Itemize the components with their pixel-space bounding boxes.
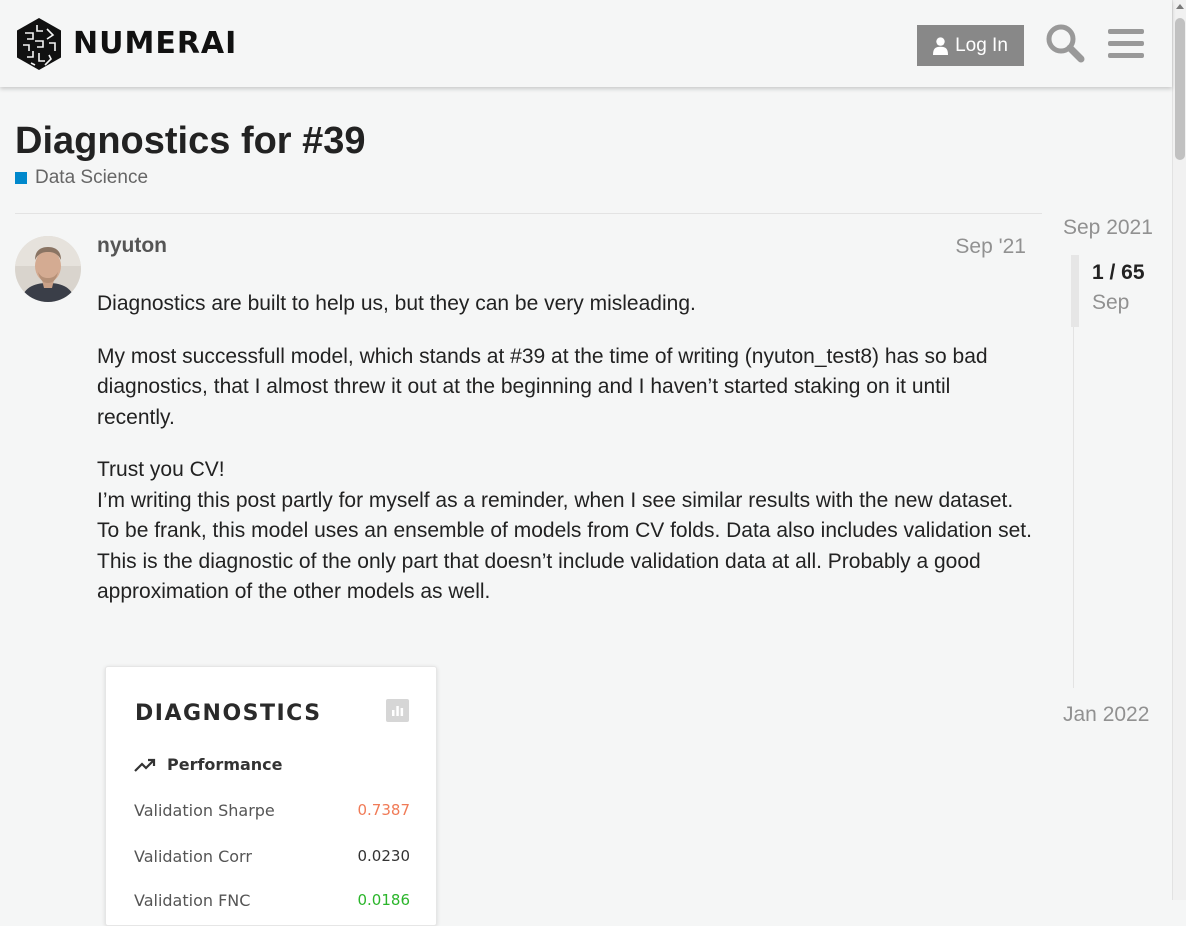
site-header: NUMERAI Log In bbox=[0, 0, 1172, 87]
diagnostics-row: Validation Corr 0.0230 bbox=[134, 847, 410, 866]
metric-value: 0.0186 bbox=[357, 891, 411, 909]
category-badge[interactable]: Data Science bbox=[15, 167, 148, 189]
diagnostics-row: Validation FNC 0.0186 bbox=[134, 891, 410, 910]
performance-section-header: Performance bbox=[134, 755, 283, 774]
login-button-label: Log In bbox=[955, 34, 1008, 56]
timeline-scroll-handle[interactable] bbox=[1071, 255, 1079, 327]
bar-chart-icon bbox=[386, 699, 409, 722]
search-icon bbox=[1046, 24, 1085, 63]
numerai-logo[interactable]: NUMERAI bbox=[15, 17, 237, 71]
category-color-square bbox=[15, 172, 27, 184]
performance-label: Performance bbox=[167, 755, 283, 774]
diagnostics-row: Validation Sharpe 0.7387 bbox=[134, 801, 410, 820]
metric-value: 0.7387 bbox=[357, 801, 411, 819]
post-date[interactable]: Sep '21 bbox=[955, 235, 1026, 259]
scroll-up-arrow-icon[interactable] bbox=[1176, 4, 1184, 9]
post-author[interactable]: nyuton bbox=[97, 234, 167, 258]
diagnostics-title: DIAGNOSTICS bbox=[135, 701, 322, 726]
metric-label: Validation FNC bbox=[134, 891, 251, 910]
search-button[interactable] bbox=[1043, 21, 1087, 65]
post-body: Diagnostics are built to help us, but th… bbox=[97, 289, 1032, 608]
bar-chart-glyph-icon bbox=[392, 706, 404, 716]
hamburger-menu-icon bbox=[1108, 29, 1144, 58]
post-paragraph: My most successfull model, which stands … bbox=[97, 344, 988, 429]
user-icon bbox=[933, 36, 949, 55]
trending-up-icon bbox=[134, 758, 156, 772]
timeline-end-date[interactable]: Jan 2022 bbox=[1063, 703, 1149, 727]
metric-label: Validation Corr bbox=[134, 847, 252, 866]
page-scrollbar[interactable] bbox=[1172, 0, 1186, 900]
logo-text: NUMERAI bbox=[73, 26, 238, 61]
timeline-current-month: Sep bbox=[1092, 291, 1130, 314]
scrollbar-thumb[interactable] bbox=[1175, 18, 1185, 160]
topic-title[interactable]: Diagnostics for #39 bbox=[15, 118, 366, 164]
timeline-start-date[interactable]: Sep 2021 bbox=[1063, 216, 1153, 240]
post-line: To be frank, this model uses an ensemble… bbox=[97, 519, 1032, 603]
metric-label: Validation Sharpe bbox=[134, 801, 275, 820]
avatar[interactable] bbox=[15, 236, 81, 302]
login-button[interactable]: Log In bbox=[917, 25, 1024, 66]
timeline-post-position: 1 / 65 bbox=[1092, 261, 1145, 284]
title-divider bbox=[15, 213, 1042, 214]
category-label: Data Science bbox=[35, 167, 149, 188]
numerai-logo-mark-icon bbox=[17, 18, 61, 70]
hamburger-menu-button[interactable] bbox=[1107, 24, 1145, 62]
user-avatar-icon bbox=[15, 236, 81, 302]
post-line: I’m writing this post partly for myself … bbox=[97, 488, 1014, 512]
metric-value: 0.0230 bbox=[357, 847, 411, 865]
post-line: Trust you CV! bbox=[97, 458, 225, 481]
diagnostics-image[interactable]: DIAGNOSTICS Performance Validation Sharp… bbox=[105, 666, 437, 926]
post-paragraph: Diagnostics are built to help us, but th… bbox=[97, 292, 696, 315]
